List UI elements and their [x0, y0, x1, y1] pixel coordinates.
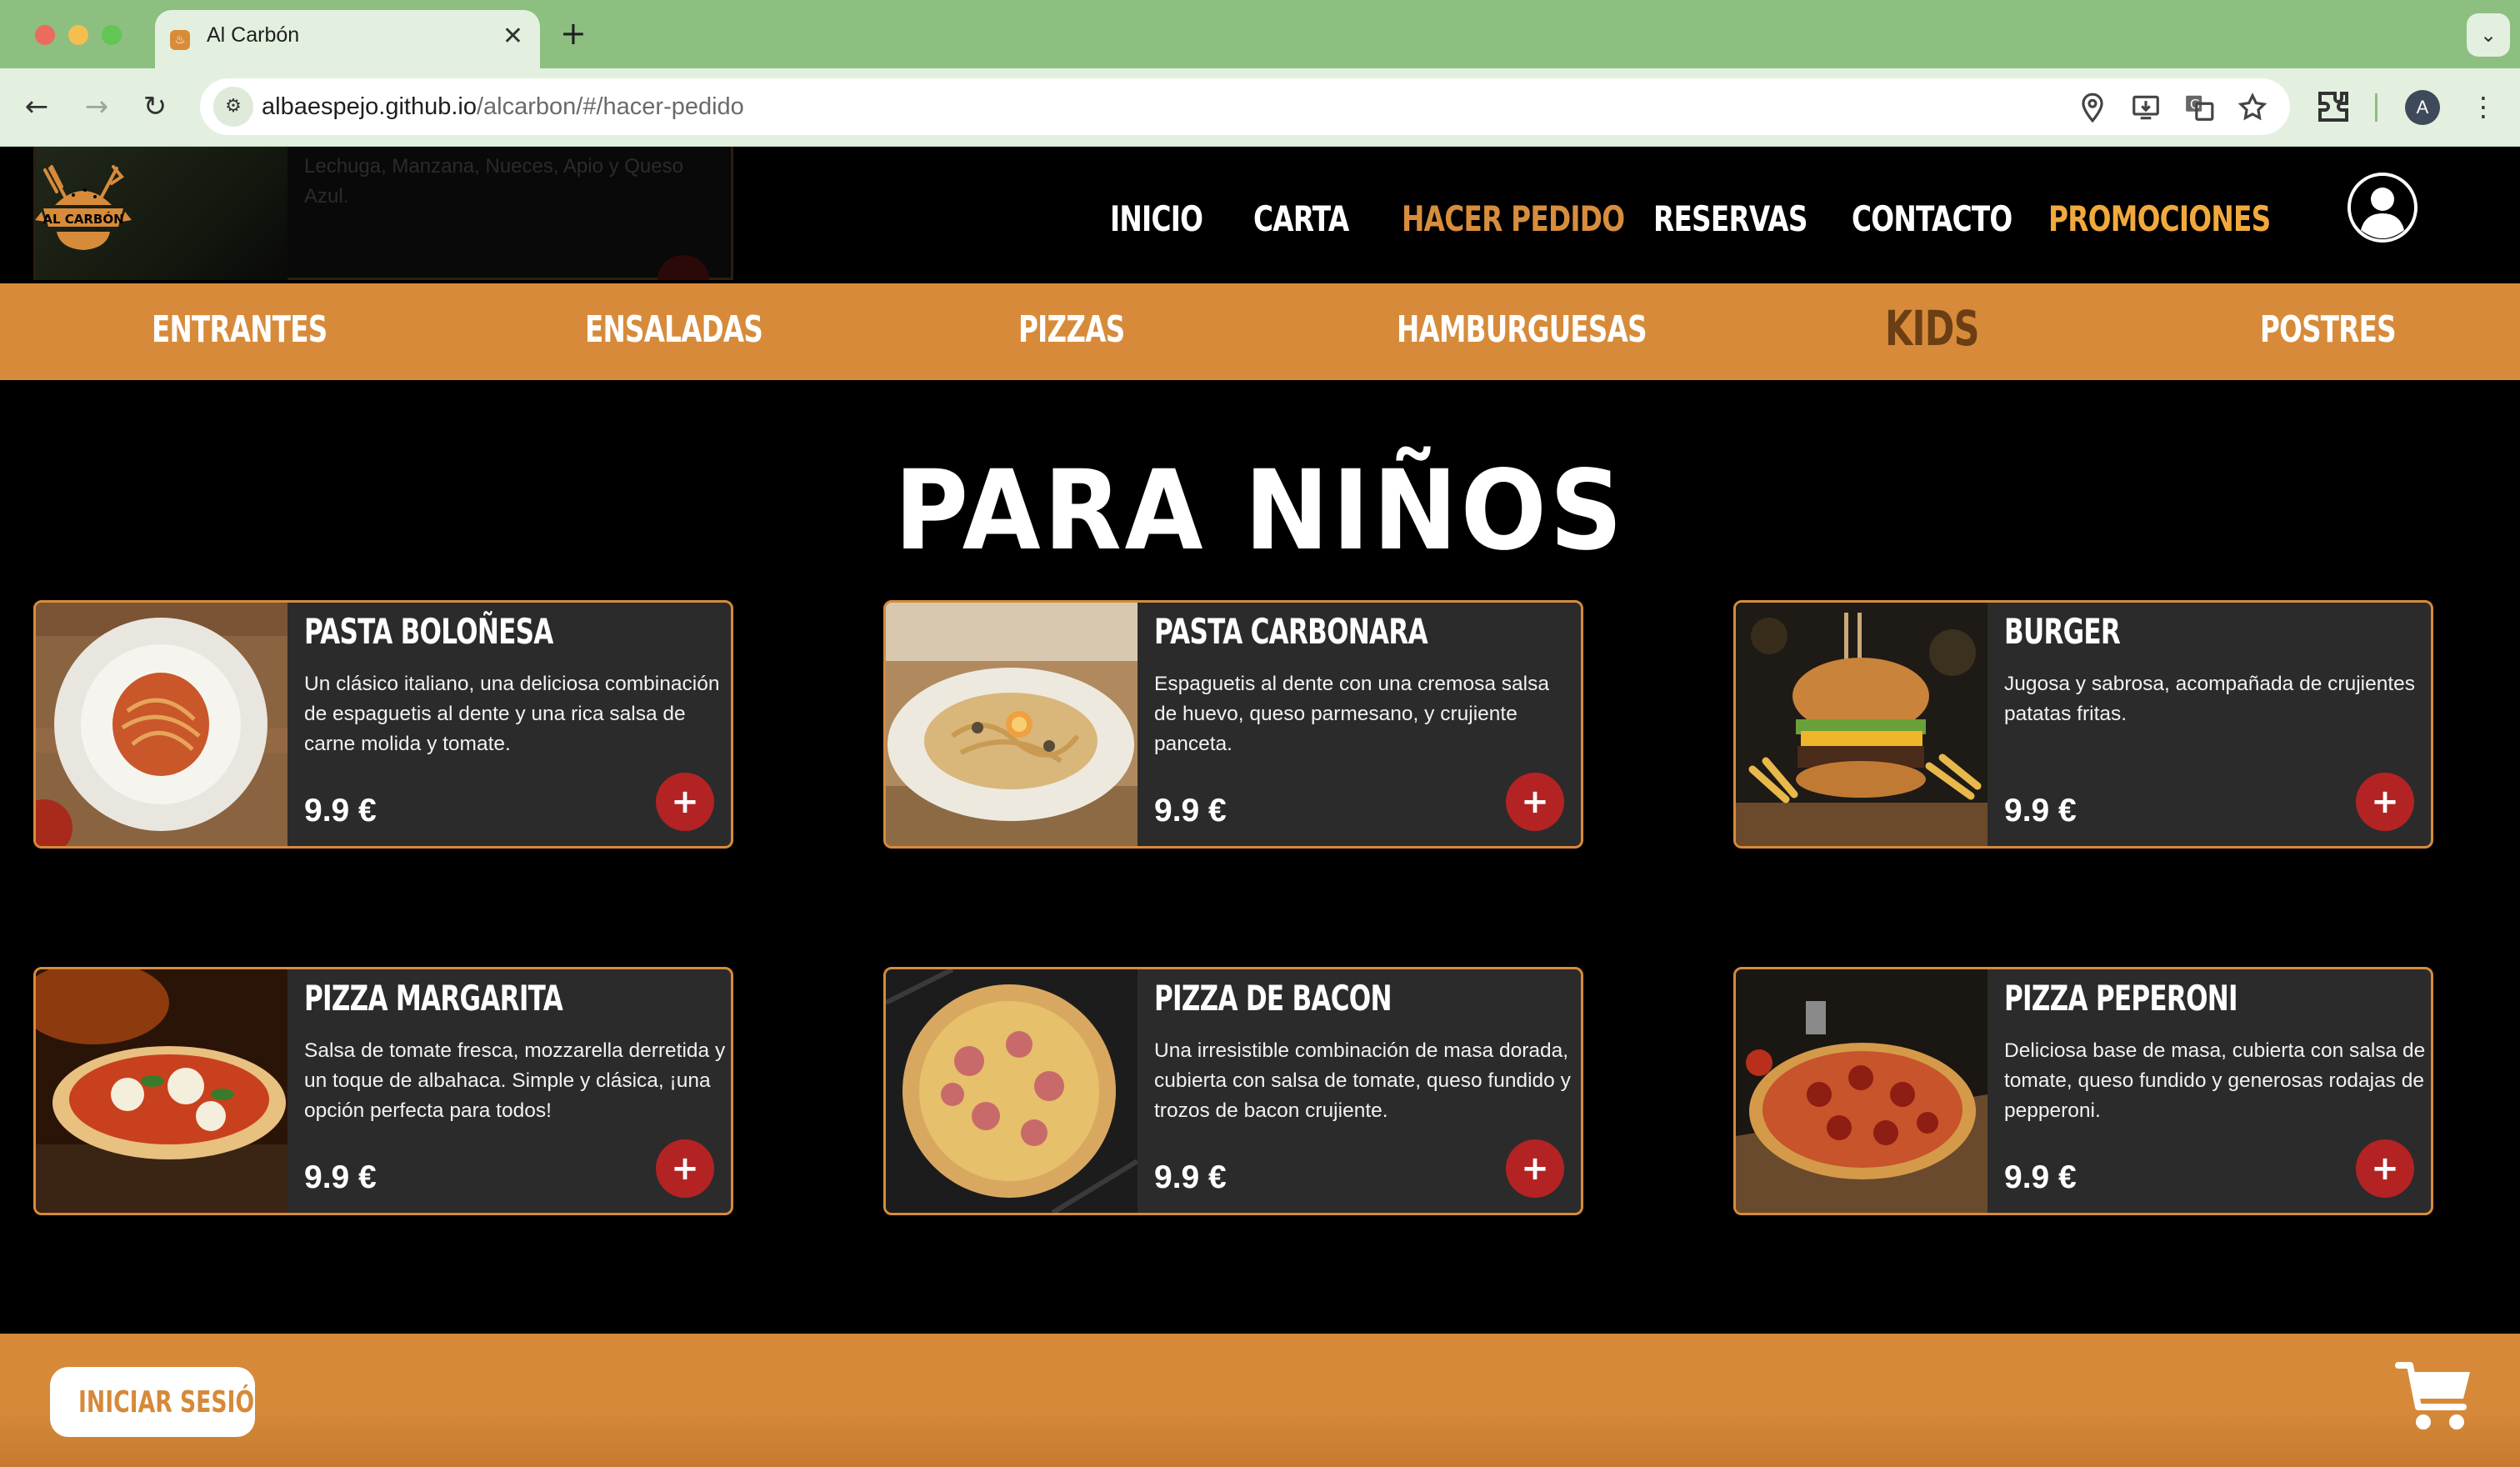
window-zoom-button[interactable] [102, 25, 122, 45]
product-card: PASTA BOLOÑESA Un clásico italiano, una … [33, 600, 733, 849]
window-close-button[interactable] [35, 25, 55, 45]
product-description: Deliciosa base de masa, cubierta con sal… [2004, 1039, 2426, 1122]
product-name: PASTA BOLOÑESA [304, 611, 553, 652]
add-to-cart-button[interactable]: + [656, 1139, 714, 1198]
product-name: PIZZA PEPERONI [2004, 978, 2238, 1019]
scrolled-card-add-button [658, 255, 709, 280]
logo-text: AL CARBÓN [42, 211, 123, 227]
product-price: 9.9 € [2004, 1159, 2077, 1195]
add-to-cart-button[interactable]: + [2356, 1139, 2414, 1198]
site-settings-icon[interactable]: ⚙ [213, 87, 253, 127]
product-image-pasta-bolonesa [36, 603, 288, 846]
category-ensaladas[interactable]: ENSALADAS [585, 308, 763, 351]
url-path: /alcarbon/#/hacer-pedido [476, 93, 744, 120]
page-viewport: Lechuga, Manzana, Nueces, Apio y Queso A… [0, 147, 2520, 1467]
product-card: PIZZA PEPERONI Deliciosa base de masa, c… [1733, 967, 2433, 1215]
add-to-cart-button[interactable]: + [1506, 773, 1564, 831]
url-host: albaespejo.github.io [262, 93, 477, 120]
product-description: Un clásico italiano, una deliciosa combi… [304, 673, 720, 755]
nav-promociones[interactable]: PROMOCIONES [2048, 198, 2271, 239]
product-name: PIZZA MARGARITA [304, 978, 563, 1019]
install-icon[interactable] [2130, 92, 2162, 123]
shopping-cart-icon[interactable] [2395, 1359, 2473, 1432]
location-icon[interactable] [2077, 92, 2108, 123]
product-price: 9.9 € [1154, 793, 1227, 829]
product-price: 9.9 € [2004, 793, 2077, 829]
product-description: Una irresistible combinación de masa dor… [1154, 1039, 1571, 1122]
section-title: PARA NIÑOS [0, 447, 2520, 575]
product-price: 9.9 € [304, 793, 377, 829]
url-text[interactable]: albaespejo.github.io/alcarbon/#/hacer-pe… [262, 93, 744, 121]
tab-title: Al Carbón [207, 23, 300, 47]
site-header: Lechuga, Manzana, Nueces, Apio y Queso A… [0, 147, 2520, 283]
login-button[interactable]: INICIAR SESIÓN [50, 1367, 272, 1437]
product-name: PIZZA DE BACON [1154, 978, 1392, 1019]
scrolled-card-desc: Lechuga, Manzana, Nueces, Apio y Queso A… [304, 155, 683, 208]
nav-inicio[interactable]: INICIO [1110, 198, 1203, 239]
window-minimize-button[interactable] [68, 25, 88, 45]
user-account-icon[interactable] [2347, 172, 2418, 243]
address-bar[interactable]: ⚙ albaespejo.github.io/alcarbon/#/hacer-… [200, 78, 2290, 135]
browser-toolbar: ← → ↻ ⚙ albaespejo.github.io/alcarbon/#/… [0, 68, 2520, 147]
scrolled-card-behind-header: Lechuga, Manzana, Nueces, Apio y Queso A… [33, 147, 733, 280]
new-tab-icon[interactable]: + [560, 15, 587, 52]
product-card: PIZZA MARGARITA Salsa de tomate fresca, … [33, 967, 733, 1215]
product-name: BURGER [2004, 611, 2121, 652]
kebab-menu-icon[interactable]: ⋮ [2463, 87, 2503, 127]
al-carbon-logo[interactable]: AL CARBÓN [32, 162, 135, 265]
section-title-text: PARA NIÑOS [894, 447, 1626, 575]
product-description: Espaguetis al dente con una cremosa sals… [1154, 673, 1549, 755]
forward-icon[interactable]: → [78, 88, 115, 125]
tab-search-chevron-icon[interactable]: ⌄ [2467, 13, 2510, 57]
nav-hacer-pedido[interactable]: HACER PEDIDO [1402, 198, 1625, 239]
login-button-label: INICIAR SESIÓN [78, 1385, 273, 1419]
back-icon[interactable]: ← [18, 88, 55, 125]
product-image-pizza-peperoni [1736, 969, 1988, 1213]
browser-tab-strip: ♨ Al Carbón ✕ + ⌄ [0, 0, 2520, 68]
nav-reservas[interactable]: RESERVAS [1653, 198, 1808, 239]
category-pizzas[interactable]: PIZZAS [1018, 308, 1125, 351]
translate-icon[interactable]: G [2183, 92, 2215, 123]
product-image-burger [1736, 603, 1988, 846]
toolbar-divider [2375, 93, 2378, 122]
product-card: PIZZA DE BACON Una irresistible combinac… [883, 967, 1583, 1215]
product-image-pizza-de-bacon [886, 969, 1138, 1213]
category-hamburguesas[interactable]: HAMBURGUESAS [1397, 308, 1648, 351]
extensions-icon[interactable] [2313, 87, 2353, 127]
add-to-cart-button[interactable]: + [1506, 1139, 1564, 1198]
nav-contacto[interactable]: CONTACTO [1852, 198, 2012, 239]
product-price: 9.9 € [1154, 1159, 1227, 1195]
browser-tab-active[interactable]: ♨ Al Carbón ✕ [155, 10, 540, 68]
add-to-cart-button[interactable]: + [656, 773, 714, 831]
favicon-icon: ♨ [170, 30, 190, 50]
product-name: PASTA CARBONARA [1154, 611, 1428, 652]
product-price: 9.9 € [304, 1159, 377, 1195]
product-description: Salsa de tomate fresca, mozzarella derre… [304, 1039, 726, 1122]
category-postres[interactable]: POSTRES [2260, 308, 2397, 351]
add-to-cart-button[interactable]: + [2356, 773, 2414, 831]
nav-carta[interactable]: CARTA [1253, 198, 1349, 239]
product-card: BURGER Jugosa y sabrosa, acompañada de c… [1733, 600, 2433, 849]
category-bar: ENTRANTES ENSALADAS PIZZAS HAMBURGUESAS … [0, 283, 2520, 380]
bottom-bar: INICIAR SESIÓN [0, 1334, 2520, 1467]
category-kids[interactable]: KIDS [1885, 300, 1980, 357]
bookmark-star-icon[interactable] [2237, 92, 2268, 123]
product-image-pasta-carbonara [886, 603, 1138, 846]
product-description: Jugosa y sabrosa, acompañada de crujient… [2004, 673, 2416, 725]
product-image-pizza-margarita [36, 969, 288, 1213]
profile-avatar[interactable]: A [2405, 90, 2440, 125]
category-entrantes[interactable]: ENTRANTES [152, 308, 328, 351]
tab-close-icon[interactable]: ✕ [502, 22, 523, 51]
reload-icon[interactable]: ↻ [137, 88, 173, 125]
product-card: PASTA CARBONARA Espaguetis al dente con … [883, 600, 1583, 849]
